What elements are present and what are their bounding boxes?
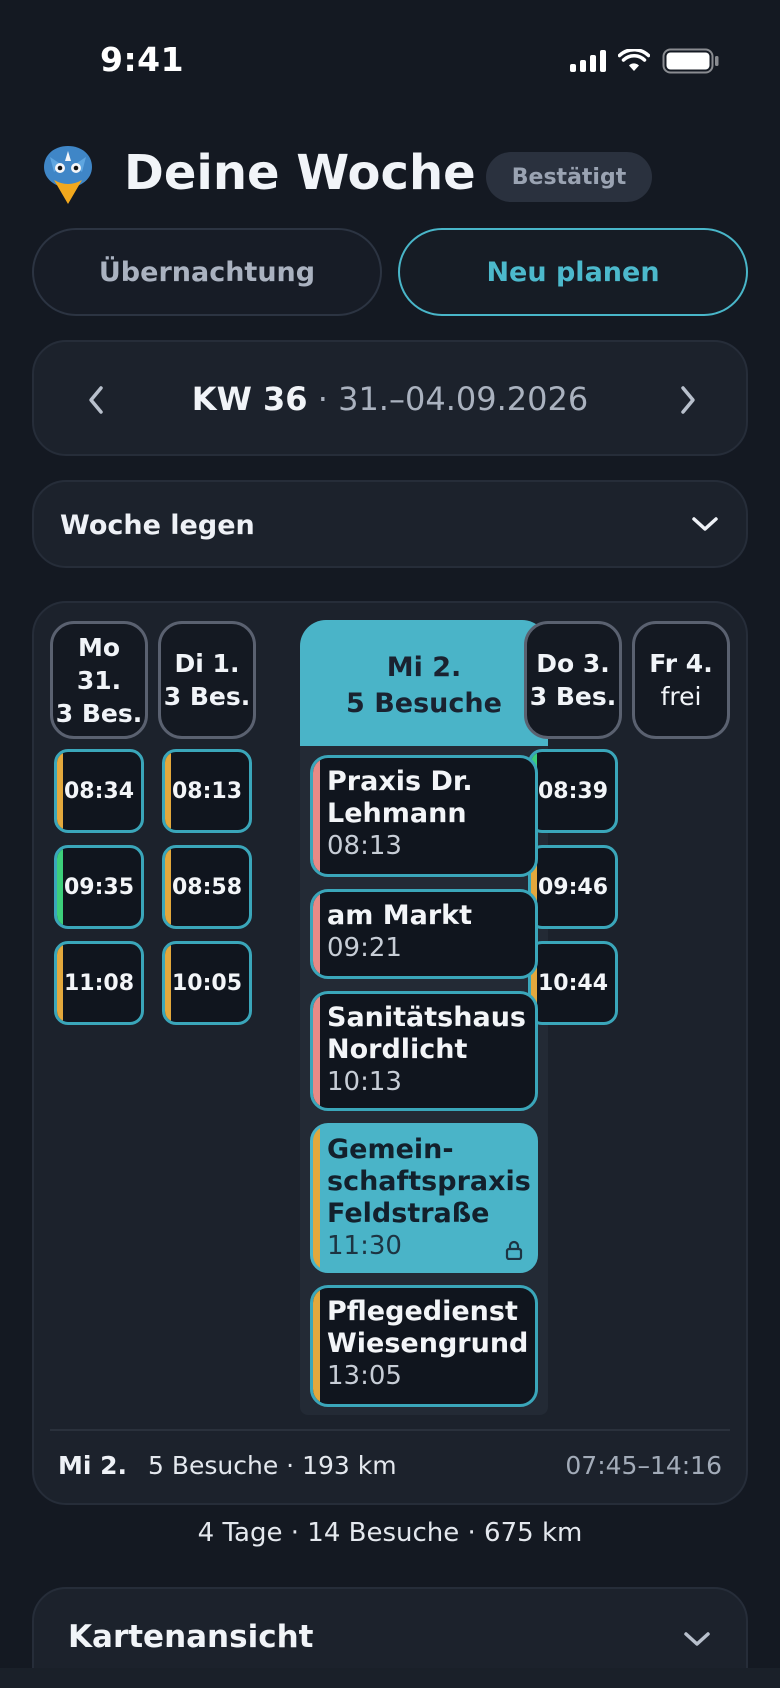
visit-card[interactable]: Praxis Dr. Lehmann 08:13 <box>310 755 538 877</box>
week-summary: 4 Tage · 14 Besuche · 675 km <box>197 1518 583 1548</box>
visit-status-bar <box>313 994 320 1108</box>
woche-legen-label: Woche legen <box>60 510 255 541</box>
day-header-do[interactable]: Do 3. 3 Bes. <box>524 621 622 739</box>
day-header-di-line2: 3 Bes. <box>163 682 251 711</box>
chevron-down-icon <box>684 1632 710 1646</box>
day-header-mo-line2: 31. <box>76 665 122 695</box>
day-header-mi-line1: Mi 2. <box>386 652 462 683</box>
chevron-down-icon <box>692 517 718 531</box>
visit-status-bar <box>313 1288 320 1404</box>
visit-status-bar <box>313 892 320 976</box>
wifi-icon <box>618 49 650 71</box>
chevron-right-icon[interactable] <box>678 384 698 416</box>
kartenansicht-label: Kartenansicht <box>68 1619 314 1655</box>
footer-stats: 5 Besuche · 193 km <box>148 1451 397 1480</box>
status-time: 9:41 <box>100 40 185 79</box>
chip-time: 11:08 <box>63 970 135 996</box>
chip-time: 08:13 <box>171 778 243 804</box>
week-label: KW 36 · 31.–04.09.2026 <box>34 380 746 418</box>
chip-status-bar <box>165 848 171 926</box>
day-header-di[interactable]: Di 1. 3 Bes. <box>158 621 256 739</box>
visit-chip[interactable]: 08:13 <box>162 749 252 833</box>
visit-name-line2: schaftspraxis <box>327 1166 531 1197</box>
visit-chip[interactable]: 08:58 <box>162 845 252 929</box>
status-icons <box>570 48 720 74</box>
week-range: 31.–04.09.2026 <box>338 380 589 418</box>
divider <box>50 1429 730 1431</box>
chip-time: 09:46 <box>537 874 609 900</box>
week-navigator: KW 36 · 31.–04.09.2026 <box>32 340 748 456</box>
visit-name-line1: Praxis Dr. <box>327 766 473 797</box>
visit-status-bar <box>313 1126 320 1270</box>
replan-button[interactable]: Neu planen <box>398 228 748 316</box>
chip-time: 08:34 <box>63 778 135 804</box>
status-badge: Bestätigt <box>486 152 652 202</box>
visit-name-line1: Sanitätshaus <box>327 1002 526 1033</box>
week-separator: · <box>317 380 328 418</box>
visit-name-line3: Feldstraße <box>327 1198 490 1229</box>
day-header-mi-line2: 5 Besuche <box>346 688 502 719</box>
chip-time: 10:44 <box>537 970 609 996</box>
visit-chip[interactable]: 11:08 <box>54 941 144 1025</box>
visit-status-bar <box>313 758 320 874</box>
chip-status-bar <box>57 944 63 1022</box>
day-header-mo[interactable]: Mo 31. 3 Bes. <box>50 621 148 739</box>
visit-time: 10:13 <box>327 1067 402 1097</box>
visit-name-line1: am Markt <box>327 900 473 931</box>
day-header-fr-line1: Fr 4. <box>649 649 713 678</box>
day-header-do-line1: Do 3. <box>536 649 610 678</box>
footer-time-range: 07:45–14:16 <box>565 1451 722 1480</box>
signal-icon <box>570 50 606 72</box>
visit-chip[interactable]: 10:05 <box>162 941 252 1025</box>
visit-chip[interactable]: 08:39 <box>528 749 618 833</box>
day-header-fr[interactable]: Fr 4. frei <box>632 621 730 739</box>
visit-card[interactable]: Pflegedienst Wiesengrund 13:05 <box>310 1285 538 1407</box>
chip-time: 08:58 <box>171 874 243 900</box>
day-header-di-line1: Di 1. <box>174 649 240 678</box>
visit-name-line1: Pflegedienst <box>327 1296 518 1327</box>
visit-card-selected[interactable]: Gemein- schaftspraxis Feldstraße 11:30 <box>310 1123 538 1273</box>
visit-time: 13:05 <box>327 1361 402 1391</box>
bottom-edge <box>0 1668 780 1688</box>
chip-status-bar <box>57 848 63 926</box>
woche-legen-dropdown[interactable]: Woche legen <box>32 480 748 568</box>
visit-card[interactable]: Sanitätshaus Nordlicht 10:13 <box>310 991 538 1111</box>
day-header-mi[interactable]: Mi 2. 5 Besuche <box>300 620 548 746</box>
chip-time: 10:05 <box>171 970 243 996</box>
day-header-mo-line1: Mo <box>77 632 121 662</box>
chip-status-bar <box>165 944 171 1022</box>
visit-chip[interactable]: 10:44 <box>528 941 618 1025</box>
visit-name-line2: Wiesengrund <box>327 1328 529 1359</box>
lock-icon <box>505 1240 523 1260</box>
week-number: KW 36 <box>191 380 308 418</box>
week-grid: Mo 31. 3 Bes. Di 1. 3 Bes. Mi 2. 5 Besuc… <box>32 601 748 1505</box>
visit-time: 09:21 <box>327 933 402 963</box>
overnight-button[interactable]: Übernachtung <box>32 228 382 316</box>
day-header-do-line2: 3 Bes. <box>529 682 617 711</box>
day-header-mo-line3: 3 Bes. <box>55 698 143 728</box>
visit-card[interactable]: am Markt 09:21 <box>310 889 538 979</box>
page-title: Deine Woche <box>124 145 476 201</box>
visit-time: 08:13 <box>327 831 402 861</box>
chip-time: 08:39 <box>537 778 609 804</box>
bird-logo-icon <box>44 146 92 204</box>
chip-time: 09:35 <box>63 874 135 900</box>
visit-name-line2: Nordlicht <box>327 1034 468 1065</box>
visit-chip[interactable]: 08:34 <box>54 749 144 833</box>
visit-chip[interactable]: 09:46 <box>528 845 618 929</box>
visit-chip[interactable]: 09:35 <box>54 845 144 929</box>
visit-name-line1: Gemein- <box>327 1134 454 1165</box>
visit-time: 11:30 <box>327 1231 402 1261</box>
chip-status-bar <box>57 752 63 830</box>
chip-status-bar <box>165 752 171 830</box>
battery-icon <box>662 48 719 74</box>
footer-day: Mi 2. <box>58 1451 128 1480</box>
day-header-fr-line2: frei <box>660 682 702 711</box>
visit-name-line2: Lehmann <box>327 798 467 829</box>
